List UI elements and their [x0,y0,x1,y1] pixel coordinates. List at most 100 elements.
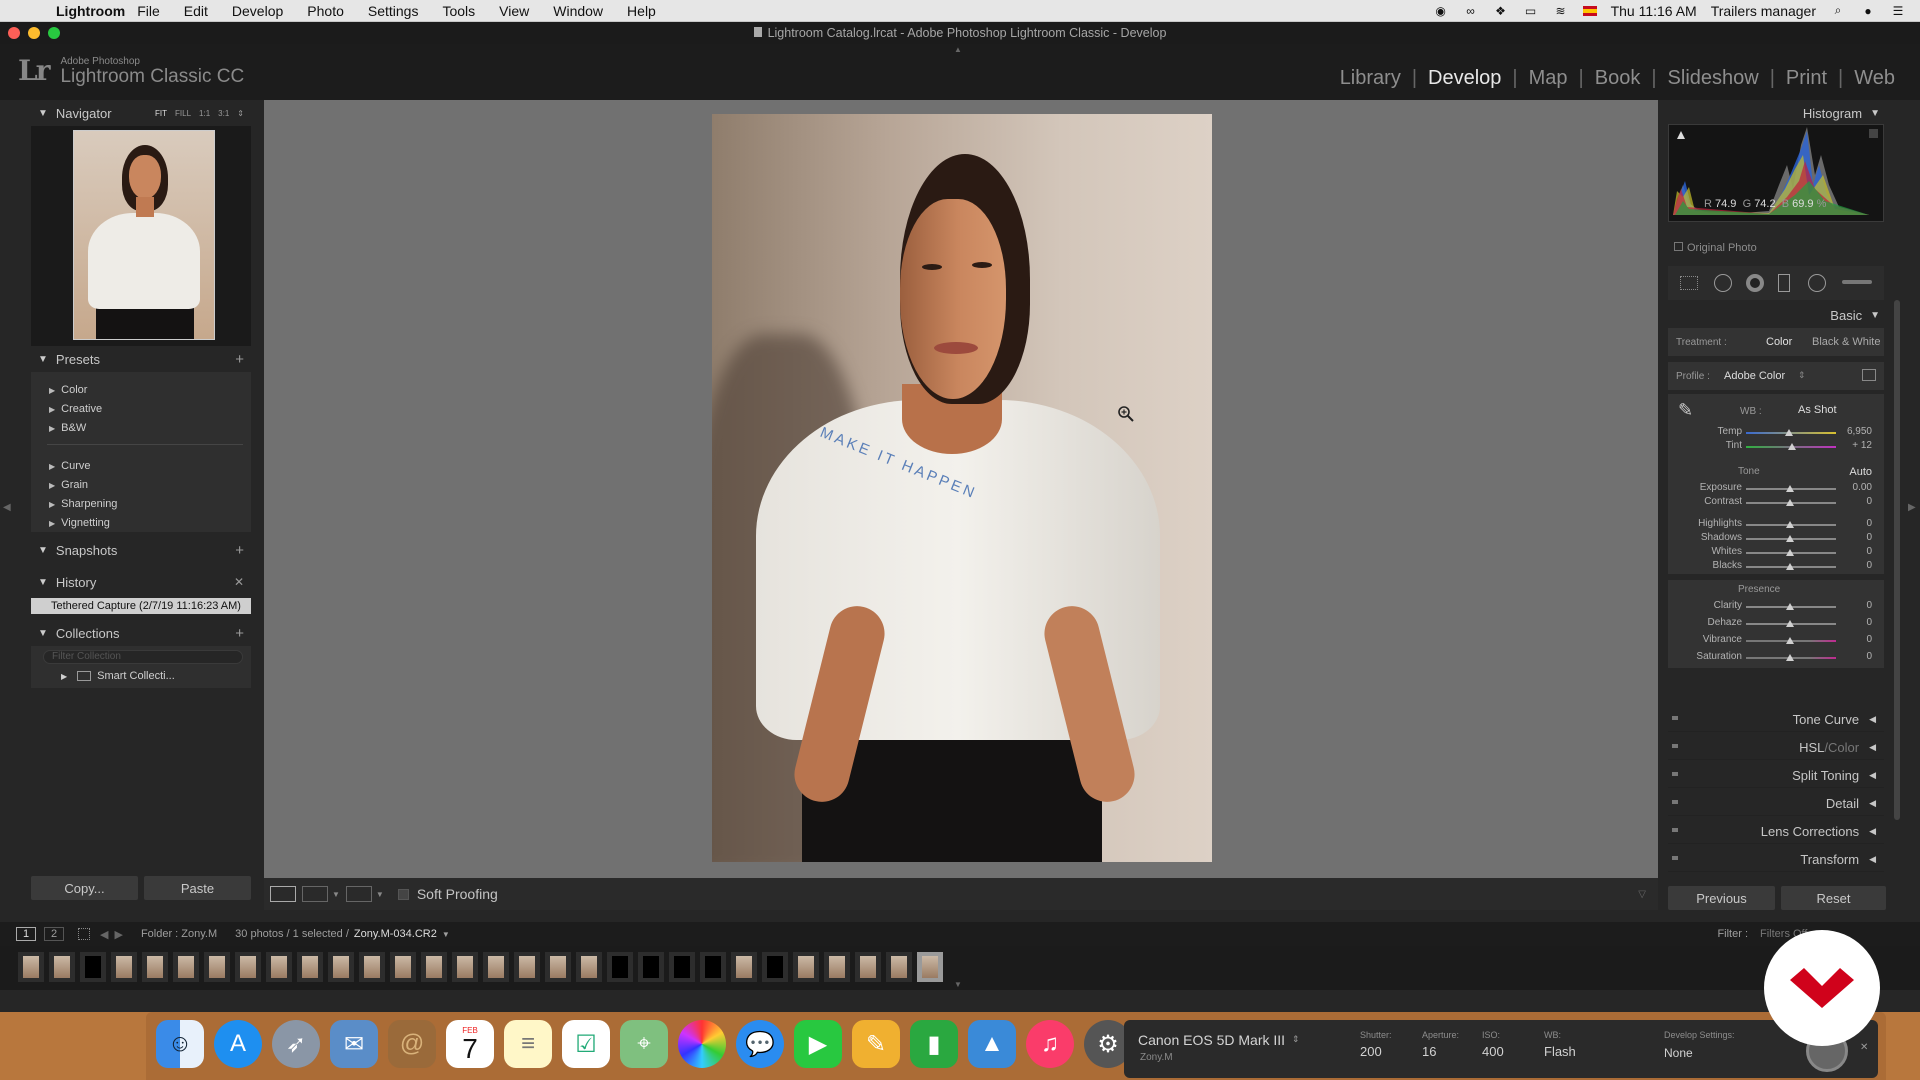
preset-group-bw[interactable]: ▶ B&W [49,422,86,434]
tone-auto-button[interactable]: Auto [1849,466,1872,478]
zoom-fit[interactable]: FIT [155,109,167,118]
menu-photo[interactable]: Photo [295,3,356,19]
temp-slider[interactable]: Temp 6,950 [1668,426,1884,440]
filmstrip-thumb[interactable] [793,952,819,982]
app-store-icon[interactable]: A [214,1020,262,1068]
preset-group-color[interactable]: ▶ Color [49,384,87,396]
notification-center-icon[interactable]: ☰ [1890,4,1906,18]
itunes-icon[interactable]: ♫ [1026,1020,1074,1068]
mail-icon[interactable]: ✉ [330,1020,378,1068]
add-preset-icon[interactable]: + [235,351,244,368]
module-web[interactable]: Web [1843,67,1906,90]
reset-button[interactable]: Reset [1780,886,1886,910]
clarity-slider[interactable]: Clarity 0 [1668,600,1884,614]
module-map[interactable]: Map [1518,67,1579,90]
snapshots-header[interactable]: ▼ Snapshots + [28,537,254,563]
menu-help[interactable]: Help [615,3,668,19]
calendar-icon[interactable]: FEB 7 [446,1020,494,1068]
filmstrip-thumb-selected[interactable] [917,952,943,982]
zoom-1-1[interactable]: 1:1 [199,109,210,118]
reminders-icon[interactable]: ☑ [562,1020,610,1068]
module-library[interactable]: Library [1329,67,1412,90]
histogram-header[interactable]: Histogram ▼ [1664,100,1890,126]
window-1-button[interactable]: 1 [16,927,36,941]
profile-select[interactable]: Adobe Color [1724,370,1785,382]
exposure-slider[interactable]: Exposure 0.00 [1668,482,1884,496]
before-after-icon[interactable] [302,886,328,902]
camera-name[interactable]: Canon EOS 5D Mark III [1138,1032,1285,1048]
filename-dropdown-icon[interactable]: ▼ [442,930,450,939]
profile-dropdown-icon[interactable]: ⇕ [1798,370,1806,381]
module-book[interactable]: Book [1584,67,1652,90]
before-after-dropdown-icon[interactable]: ▼ [332,890,340,899]
filmstrip-thumb[interactable] [576,952,602,982]
flag-icon[interactable] [1582,5,1597,16]
filmstrip-thumb[interactable] [731,952,757,982]
folder-label[interactable]: Folder : Zony.M [141,928,217,940]
notes-icon[interactable]: ≡ [504,1020,552,1068]
blacks-slider[interactable]: Blacks 0 [1668,560,1884,574]
app-menu[interactable]: Lightroom [38,3,125,19]
airplay-icon[interactable]: ▭ [1523,4,1539,18]
numbers-icon[interactable]: ▮ [910,1020,958,1068]
spotlight-icon[interactable]: ⌕ [1830,3,1846,18]
facetime-icon[interactable]: ▶ [794,1020,842,1068]
contrast-slider[interactable]: Contrast 0 [1668,496,1884,510]
launchpad-icon[interactable]: ➶ [272,1020,320,1068]
view-dropdown-icon[interactable]: ▼ [376,890,384,899]
history-entry[interactable]: Tethered Capture (2/7/19 11:16:23 AM) [31,598,251,614]
zoom-fill[interactable]: FILL [175,109,191,118]
module-print[interactable]: Print [1775,67,1838,90]
add-snapshot-icon[interactable]: + [235,542,244,559]
wb-eyedropper-icon[interactable]: ✎ [1678,400,1696,422]
filmstrip-thumb[interactable] [328,952,354,982]
navigator-thumbnail[interactable] [73,130,215,340]
previous-button[interactable]: Previous [1668,886,1775,910]
finder-icon[interactable]: ☺ [156,1020,204,1068]
filmstrip-thumb[interactable] [514,952,540,982]
filter-collection-input[interactable]: Filter Collection [43,650,243,664]
transform-header[interactable]: Transform ◀ [1668,848,1884,872]
window-2-button[interactable]: 2 [44,927,64,941]
filmstrip-thumb[interactable] [607,952,633,982]
menu-view[interactable]: View [487,3,541,19]
radial-filter-icon[interactable] [1808,274,1826,292]
filmstrip-thumb[interactable] [700,952,726,982]
tone-curve-header[interactable]: Tone Curve ◀ [1668,708,1884,732]
clock[interactable]: Thu 11:16 AM [1611,3,1697,19]
filmstrip-thumb[interactable] [297,952,323,982]
highlights-slider[interactable]: Highlights 0 [1668,518,1884,532]
menu-edit[interactable]: Edit [172,3,220,19]
collapse-triangle-icon[interactable]: ▼ [38,577,48,588]
filmstrip-thumb[interactable] [390,952,416,982]
yy-view-icon[interactable] [345,886,372,902]
camera-dropdown-icon[interactable]: ⇕ [1292,1034,1300,1045]
module-slideshow[interactable]: Slideshow [1657,67,1770,90]
profile-browser-icon[interactable] [1862,369,1876,381]
navigator-preview[interactable] [31,126,251,346]
grid-view-icon[interactable] [78,928,90,940]
detail-header[interactable]: Detail ◀ [1668,792,1884,816]
collapse-triangle-icon[interactable]: ▼ [38,354,48,365]
bottom-panel-toggle-icon[interactable]: ▼ [954,980,962,989]
menu-settings[interactable]: Settings [356,3,431,19]
dehaze-slider[interactable]: Dehaze 0 [1668,617,1884,631]
filmstrip-thumb[interactable] [80,952,106,982]
original-photo-checkbox[interactable] [1674,242,1683,251]
selected-filename[interactable]: Zony.M-034.CR2 [354,928,437,940]
filmstrip-thumb[interactable] [142,952,168,982]
top-panel-toggle-icon[interactable]: ▲ [954,45,962,54]
record-icon[interactable]: ◉ [1433,4,1449,18]
filmstrip-thumb[interactable] [762,952,788,982]
menu-develop[interactable]: Develop [220,3,295,19]
history-header[interactable]: ▼ History ✕ [28,569,254,595]
filmstrip-thumb[interactable] [266,952,292,982]
clear-history-icon[interactable]: ✕ [234,575,244,589]
wb-select[interactable]: As Shot [1798,404,1837,416]
filmstrip-thumb[interactable] [111,952,137,982]
filmstrip-thumb[interactable] [235,952,261,982]
messages-icon[interactable]: 💬 [736,1020,784,1068]
zoom-stepper-icon[interactable]: ⇕ [237,109,244,118]
shadows-slider[interactable]: Shadows 0 [1668,532,1884,546]
copy-button[interactable]: Copy... [31,876,138,900]
